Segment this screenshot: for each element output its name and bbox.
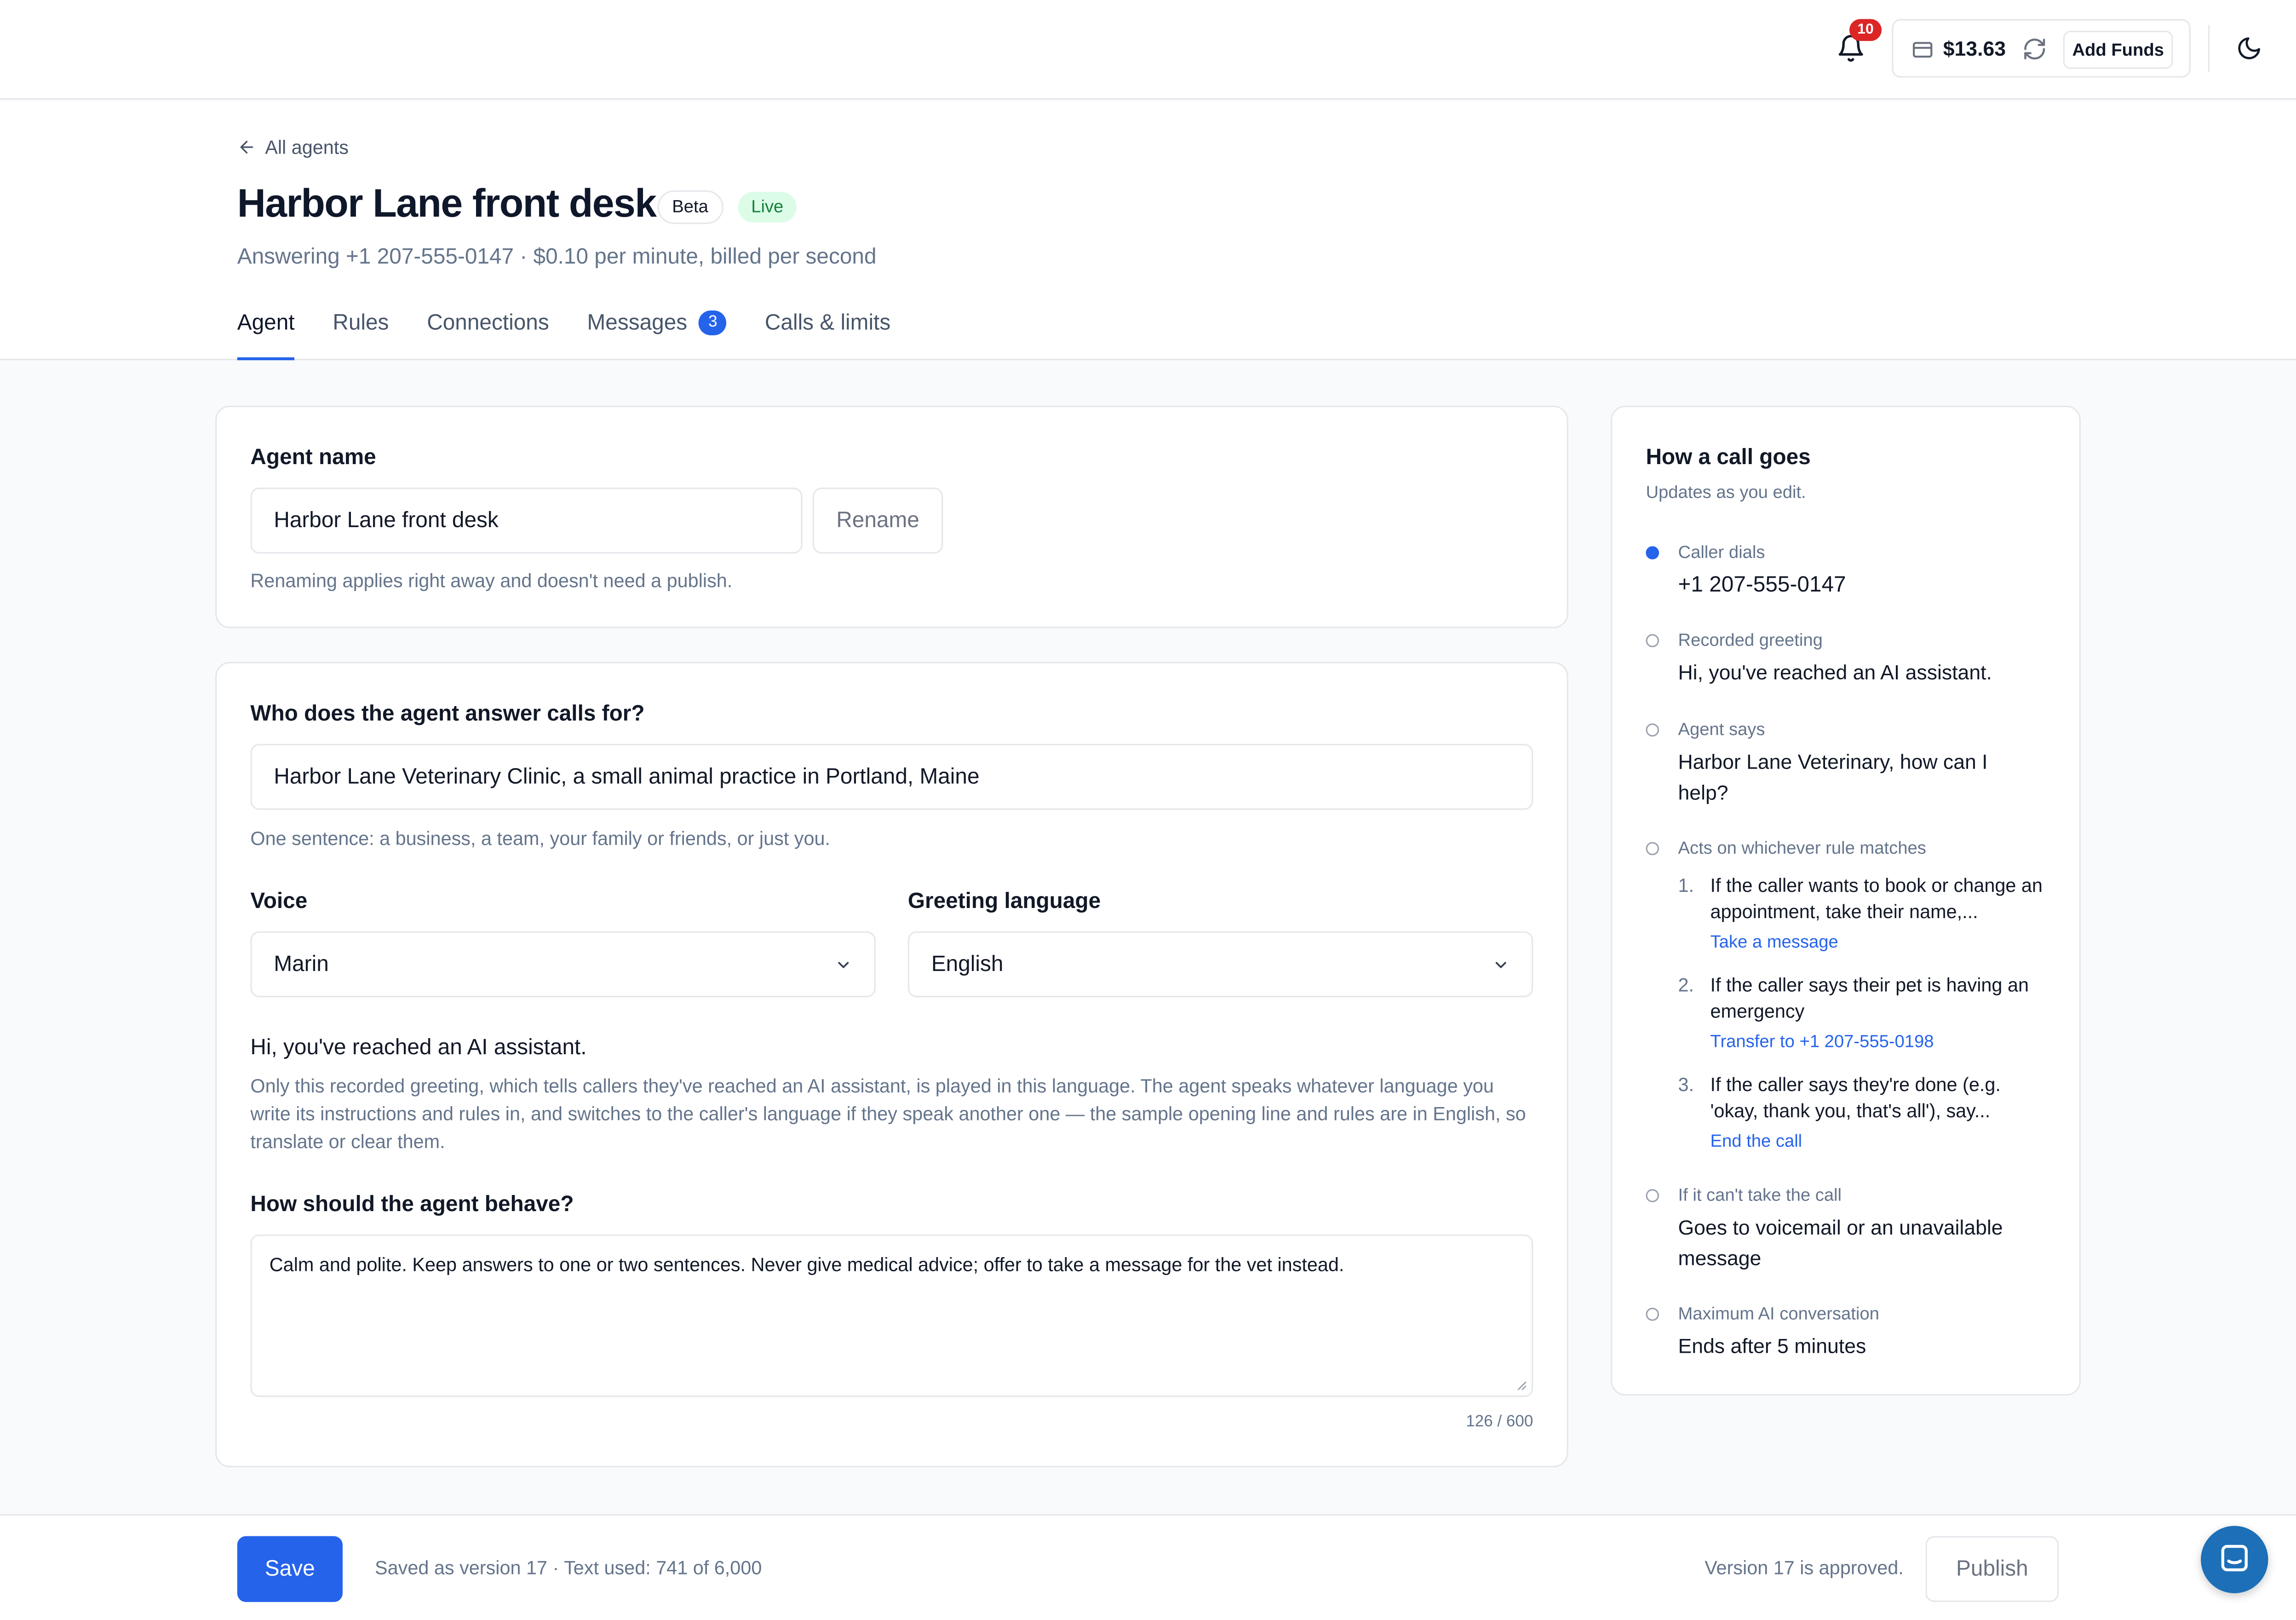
tab-messages[interactable]: Messages 3: [587, 310, 727, 360]
chat-support-button[interactable]: [2201, 1526, 2268, 1593]
step-value: +1 207-555-0147: [1678, 572, 1846, 597]
wallet-balance-box: $13.63 Add Funds: [1892, 19, 2191, 78]
rule-text: If the caller says they're done (e.g. 'o…: [1710, 1073, 2001, 1122]
timeline-dot: [1646, 634, 1659, 648]
timeline-dot: [1646, 1308, 1659, 1321]
tab-label: Agent: [237, 310, 295, 336]
step-value: Goes to voicemail or an unavailable mess…: [1678, 1215, 2003, 1270]
step-label: Agent says: [1678, 719, 1765, 740]
bottom-action-bar: Save Saved as version 17 · Text used: 74…: [0, 1514, 2296, 1620]
rule-action-link[interactable]: End the call: [1711, 1131, 1802, 1151]
step-label: Acts on whichever rule matches: [1678, 838, 1926, 858]
voice-label: Voice: [250, 889, 308, 914]
call-flow-subtitle: Updates as you edit.: [1646, 482, 1806, 502]
step-value: Harbor Lane Veterinary, how can I help?: [1678, 750, 1988, 804]
rule-text: If the caller says their pet is having a…: [1710, 974, 2029, 1023]
divider: [2208, 25, 2210, 72]
wallet-icon: [1912, 42, 1933, 58]
greeting-preview-text: Hi, you've reached an AI assistant.: [250, 1035, 587, 1060]
rule-number: 2.: [1678, 974, 1694, 996]
voice-select[interactable]: Marin: [250, 931, 876, 998]
step-label: Caller dials: [1678, 541, 1765, 563]
who-label: Who does the agent answer calls for?: [250, 701, 645, 727]
step-label: Recorded greeting: [1678, 629, 1823, 650]
call-flow-title: How a call goes: [1646, 445, 1811, 470]
step-value: Hi, you've reached an AI assistant.: [1678, 660, 1992, 684]
behave-label: How should the agent behave?: [250, 1192, 574, 1217]
tab-agent[interactable]: Agent: [237, 310, 295, 361]
agent-name-card: Agent name Harbor Lane front desk Rename…: [215, 405, 1568, 628]
page-title: Harbor Lane front desk: [237, 181, 657, 226]
rule-number: 1.: [1678, 874, 1694, 896]
back-link-label: All agents: [265, 136, 349, 158]
agent-name-label: Agent name: [250, 445, 376, 470]
tab-label: Messages: [587, 310, 688, 336]
greeting-language-label: Greeting language: [907, 889, 1101, 914]
save-button[interactable]: Save: [237, 1536, 343, 1602]
page-subtitle: Answering +1 207-555-0147 · $0.10 per mi…: [237, 244, 877, 270]
agent-settings-page: 10 $13.63 Add Funds All agents Harbor La…: [0, 0, 2296, 1620]
timeline-dot: [1646, 1189, 1659, 1202]
resize-handle-icon[interactable]: [1514, 1378, 1527, 1391]
beta-badge: Beta: [657, 190, 723, 224]
agent-name-input[interactable]: Harbor Lane front desk: [250, 488, 803, 554]
tab-calls-limits[interactable]: Calls & limits: [765, 310, 890, 360]
tab-connections[interactable]: Connections: [427, 310, 549, 360]
approval-status-text: Version 17 is approved.: [1705, 1557, 1904, 1579]
chevron-down-icon: [1495, 962, 1506, 968]
step-value: Ends after 5 minutes: [1678, 1334, 1866, 1358]
rule-action-link[interactable]: Take a message: [1711, 931, 1838, 952]
publish-button[interactable]: Publish: [1925, 1536, 2059, 1602]
balance-amount: $13.63: [1943, 36, 2006, 60]
chevron-down-icon: [838, 962, 849, 968]
behave-text: Calm and polite. Keep answers to one or …: [269, 1253, 1344, 1275]
live-status-badge: Live: [738, 192, 797, 223]
behave-textarea[interactable]: Calm and polite. Keep answers to one or …: [250, 1234, 1533, 1397]
top-bar: 10 $13.63 Add Funds: [0, 0, 2296, 100]
add-funds-button[interactable]: Add Funds: [2063, 30, 2173, 69]
greeting-hint: Only this recorded greeting, which tells…: [250, 1074, 1526, 1153]
character-count: 126 / 600: [1466, 1413, 1533, 1431]
back-to-agents-link[interactable]: All agents: [237, 136, 349, 158]
rule-action-link[interactable]: Transfer to +1 207-555-0198: [1711, 1031, 1934, 1051]
page-header: All agents Harbor Lane front desk Beta L…: [0, 101, 2296, 361]
tab-label: Rules: [333, 310, 389, 336]
refresh-icon[interactable]: [2022, 37, 2047, 62]
timeline-dot: [1646, 546, 1659, 560]
tab-label: Calls & limits: [764, 310, 891, 336]
timeline-dot: [1646, 723, 1659, 737]
who-hint: One sentence: a business, a team, your f…: [250, 827, 831, 850]
call-flow-panel: How a call goes Updates as you edit. Cal…: [1611, 405, 2081, 1396]
language-selected-value: English: [931, 952, 1004, 977]
rule-text: If the caller wants to book or change an…: [1710, 874, 2043, 923]
save-status-text: Saved as version 17 · Text used: 741 of …: [375, 1557, 762, 1579]
rule-number: 3.: [1678, 1073, 1694, 1096]
arrow-left-icon: [240, 141, 253, 154]
tab-bar: Agent Rules Connections Messages 3 Calls …: [237, 310, 929, 361]
who-input[interactable]: Harbor Lane Veterinary Clinic, a small a…: [250, 744, 1533, 810]
greeting-language-select[interactable]: English: [907, 931, 1533, 998]
step-label: Maximum AI conversation: [1678, 1303, 1879, 1324]
chat-icon: [2221, 1545, 2248, 1572]
rename-button[interactable]: Rename: [812, 488, 943, 554]
notification-count-badge: 10: [1849, 19, 1882, 41]
moon-icon[interactable]: [2236, 35, 2262, 61]
agent-config-card: Who does the agent answer calls for? Har…: [215, 662, 1568, 1468]
messages-count-badge: 3: [699, 310, 727, 336]
tab-rules[interactable]: Rules: [333, 310, 389, 360]
voice-selected-value: Marin: [274, 952, 329, 977]
tab-label: Connections: [427, 310, 549, 336]
rename-hint: Renaming applies right away and doesn't …: [250, 569, 733, 592]
timeline-dot: [1646, 842, 1659, 856]
step-label: If it can't take the call: [1678, 1184, 1842, 1206]
